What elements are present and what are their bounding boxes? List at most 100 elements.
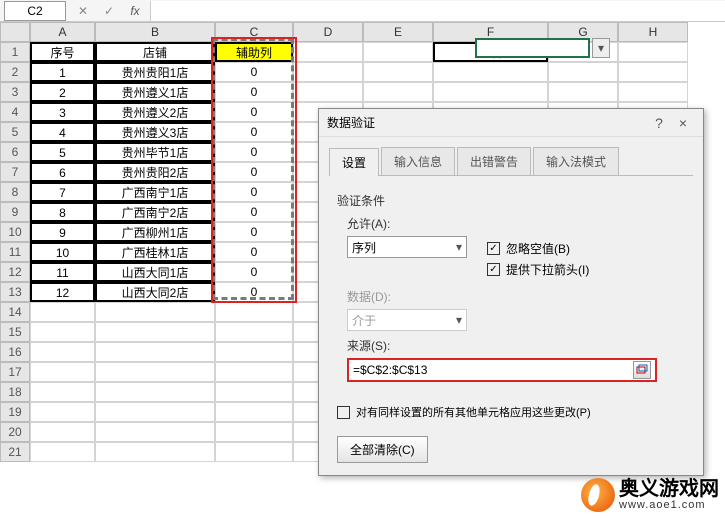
row-header-21[interactable]: 21 xyxy=(0,442,30,462)
row-header-13[interactable]: 13 xyxy=(0,282,30,302)
cell-B6[interactable]: 贵州毕节1店 xyxy=(95,142,215,162)
row-header-6[interactable]: 6 xyxy=(0,142,30,162)
cell-A1[interactable]: 序号 xyxy=(30,42,95,62)
row-header-20[interactable]: 20 xyxy=(0,422,30,442)
cell-A2[interactable]: 1 xyxy=(30,62,95,82)
cell-B5[interactable]: 贵州遵义3店 xyxy=(95,122,215,142)
cell-C18[interactable] xyxy=(215,382,293,402)
row-header-18[interactable]: 18 xyxy=(0,382,30,402)
cell-B3[interactable]: 贵州遵义1店 xyxy=(95,82,215,102)
cell-A15[interactable] xyxy=(30,322,95,342)
cell-B19[interactable] xyxy=(95,402,215,422)
cell-B4[interactable]: 贵州遵义2店 xyxy=(95,102,215,122)
cell-C13[interactable]: 0 xyxy=(215,282,293,302)
cell-A12[interactable]: 11 xyxy=(30,262,95,282)
cell-C20[interactable] xyxy=(215,422,293,442)
cell-B9[interactable]: 广西南宁2店 xyxy=(95,202,215,222)
cell-C16[interactable] xyxy=(215,342,293,362)
row-header-15[interactable]: 15 xyxy=(0,322,30,342)
tab-ime-mode[interactable]: 输入法模式 xyxy=(533,147,619,175)
cell-C3[interactable]: 0 xyxy=(215,82,293,102)
cell-D2[interactable] xyxy=(293,62,363,82)
cell-E2[interactable] xyxy=(363,62,433,82)
cell-C4[interactable]: 0 xyxy=(215,102,293,122)
row-header-8[interactable]: 8 xyxy=(0,182,30,202)
col-header-E[interactable]: E xyxy=(363,22,433,42)
cell-B17[interactable] xyxy=(95,362,215,382)
cell-B15[interactable] xyxy=(95,322,215,342)
cell-C8[interactable]: 0 xyxy=(215,182,293,202)
cell-A10[interactable]: 9 xyxy=(30,222,95,242)
cell-A9[interactable]: 8 xyxy=(30,202,95,222)
row-header-5[interactable]: 5 xyxy=(0,122,30,142)
cell-A5[interactable]: 4 xyxy=(30,122,95,142)
col-header-A[interactable]: A xyxy=(30,22,95,42)
cell-C2[interactable]: 0 xyxy=(215,62,293,82)
ignore-blank-checkbox[interactable]: ✓ xyxy=(487,242,500,255)
cell-C10[interactable]: 0 xyxy=(215,222,293,242)
cell-B18[interactable] xyxy=(95,382,215,402)
row-header-12[interactable]: 12 xyxy=(0,262,30,282)
col-header-F[interactable]: F xyxy=(433,22,548,42)
col-header-D[interactable]: D xyxy=(293,22,363,42)
tab-settings[interactable]: 设置 xyxy=(329,148,379,176)
cell-H1[interactable] xyxy=(618,42,688,62)
cell-C11[interactable]: 0 xyxy=(215,242,293,262)
cell-A16[interactable] xyxy=(30,342,95,362)
cell-A6[interactable]: 5 xyxy=(30,142,95,162)
select-all-corner[interactable] xyxy=(0,22,30,42)
row-header-1[interactable]: 1 xyxy=(0,42,30,62)
cell-B8[interactable]: 广西南宁1店 xyxy=(95,182,215,202)
cell-F1[interactable]: 店名 xyxy=(433,42,548,62)
cell-B21[interactable] xyxy=(95,442,215,462)
cell-A8[interactable]: 7 xyxy=(30,182,95,202)
range-picker-button[interactable] xyxy=(633,361,651,379)
cell-C5[interactable]: 0 xyxy=(215,122,293,142)
cell-B1[interactable]: 店铺 xyxy=(95,42,215,62)
row-header-7[interactable]: 7 xyxy=(0,162,30,182)
close-button[interactable]: × xyxy=(671,115,695,131)
cell-B10[interactable]: 广西柳州1店 xyxy=(95,222,215,242)
cell-A11[interactable]: 10 xyxy=(30,242,95,262)
cell-A21[interactable] xyxy=(30,442,95,462)
cell-B13[interactable]: 山西大同2店 xyxy=(95,282,215,302)
col-header-H[interactable]: H xyxy=(618,22,688,42)
source-input[interactable] xyxy=(353,363,629,377)
cell-F3[interactable] xyxy=(433,82,548,102)
cell-C15[interactable] xyxy=(215,322,293,342)
name-box[interactable]: C2 xyxy=(4,1,66,21)
cell-F2[interactable] xyxy=(433,62,548,82)
clear-all-button[interactable]: 全部清除(C) xyxy=(337,436,428,463)
cell-C1[interactable]: 辅助列 xyxy=(215,42,293,62)
cell-H3[interactable] xyxy=(618,82,688,102)
cell-A13[interactable]: 12 xyxy=(30,282,95,302)
cell-C19[interactable] xyxy=(215,402,293,422)
tab-error-alert[interactable]: 出错警告 xyxy=(457,147,531,175)
row-header-10[interactable]: 10 xyxy=(0,222,30,242)
cell-A17[interactable] xyxy=(30,362,95,382)
cell-A19[interactable] xyxy=(30,402,95,422)
row-header-3[interactable]: 3 xyxy=(0,82,30,102)
cell-A7[interactable]: 6 xyxy=(30,162,95,182)
cell-A14[interactable] xyxy=(30,302,95,322)
cell-A4[interactable]: 3 xyxy=(30,102,95,122)
cell-B2[interactable]: 贵州贵阳1店 xyxy=(95,62,215,82)
cell-C14[interactable] xyxy=(215,302,293,322)
cell-C7[interactable]: 0 xyxy=(215,162,293,182)
cell-C6[interactable]: 0 xyxy=(215,142,293,162)
cell-D1[interactable] xyxy=(293,42,363,62)
cell-E1[interactable] xyxy=(363,42,433,62)
cell-C9[interactable]: 0 xyxy=(215,202,293,222)
cell-C17[interactable] xyxy=(215,362,293,382)
row-header-11[interactable]: 11 xyxy=(0,242,30,262)
formula-bar[interactable] xyxy=(150,1,725,21)
row-header-16[interactable]: 16 xyxy=(0,342,30,362)
in-cell-dropdown-checkbox[interactable]: ✓ xyxy=(487,263,500,276)
col-header-B[interactable]: B xyxy=(95,22,215,42)
confirm-icon[interactable]: ✓ xyxy=(100,2,118,20)
cell-G3[interactable] xyxy=(548,82,618,102)
row-header-4[interactable]: 4 xyxy=(0,102,30,122)
cell-H2[interactable] xyxy=(618,62,688,82)
cell-B11[interactable]: 广西桂林1店 xyxy=(95,242,215,262)
cell-G2[interactable] xyxy=(548,62,618,82)
